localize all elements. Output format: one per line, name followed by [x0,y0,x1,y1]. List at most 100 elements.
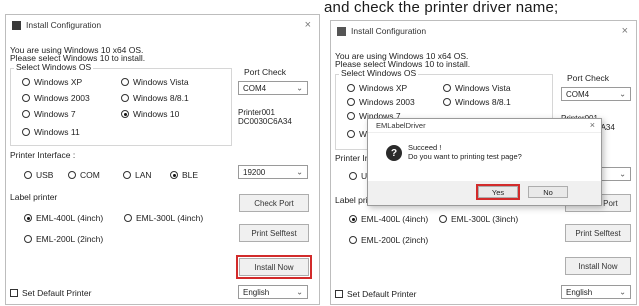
install-config-window-left: Install Configuration × You are using Wi… [5,14,320,305]
radio-icon [124,214,132,222]
os-option-label: Windows 8/8.1 [455,97,511,107]
radio-icon [121,110,129,118]
os-option-label: Windows XP [34,77,83,87]
radio-icon [349,215,357,223]
printer-option-label: EML-300L (4inch) [136,213,204,223]
dialog-footer: Yes No [368,181,601,205]
printer-option-400[interactable]: EML-400L (4inch) [24,213,103,223]
os-option-11[interactable]: Windows 11 [22,127,80,137]
interface-lan[interactable]: LAN [123,170,152,180]
no-button[interactable]: No [528,186,568,198]
radio-icon [439,215,447,223]
interface-label: COM [80,170,100,180]
os-option-label: Windows XP [359,83,408,93]
radio-icon [24,171,32,179]
os-option-vista[interactable]: Windows Vista [121,77,189,87]
radio-icon [68,171,76,179]
yes-button[interactable]: Yes [476,184,520,200]
port-select[interactable]: COM4 ⌄ [238,81,308,95]
printer-option-label: EML-400L (4inch) [36,213,104,223]
radio-icon [349,172,357,180]
printer-name: Printer001 [238,108,275,117]
radio-icon [123,171,131,179]
print-selftest-button[interactable]: Print Selftest [239,224,309,242]
port-check-label: Port Check [244,67,287,77]
chevron-down-icon: ⌄ [296,167,303,177]
print-selftest-button[interactable]: Print Selftest [565,224,631,242]
radio-icon [24,214,32,222]
chevron-down-icon: ⌄ [619,287,626,297]
checkbox-icon [335,290,343,298]
os-option-xp[interactable]: Windows XP [347,83,407,93]
title-bar: Install Configuration × [331,21,636,41]
window-title: Install Configuration [26,20,102,30]
dialog-title: EMLabelDriver [368,119,601,133]
window-title: Install Configuration [351,26,427,36]
language-value: English [243,287,270,297]
printer-option-200[interactable]: EML-200L (2inch) [349,235,428,245]
os-option-label: Windows 2003 [34,93,90,103]
title-bar: Install Configuration × [6,15,319,35]
interface-label: LAN [135,170,152,180]
printer-option-300[interactable]: EML-300L (3inch) [439,214,518,224]
os-option-label: Windows 10 [133,109,180,119]
install-now-button[interactable]: Install Now [236,255,312,279]
interface-usb[interactable]: USB [24,170,53,180]
port-value: COM4 [566,89,590,99]
language-select[interactable]: English ⌄ [561,285,631,299]
os-option-10[interactable]: Windows 10 [121,109,179,119]
printer-option-300[interactable]: EML-300L (4inch) [124,213,203,223]
chevron-down-icon: ⌄ [296,287,303,297]
check-port-button[interactable]: Check Port [239,194,309,212]
os-option-label: Windows Vista [455,83,511,93]
language-select[interactable]: English ⌄ [238,285,308,299]
radio-icon [121,94,129,102]
dialog-message-line-2: Do you want to printing test page? [408,152,522,161]
os-option-xp[interactable]: Windows XP [22,77,82,87]
radio-icon [24,235,32,243]
os-option-vista[interactable]: Windows Vista [443,83,511,93]
radio-icon [349,236,357,244]
question-icon: ? [386,145,402,161]
set-default-printer-checkbox[interactable]: Set Default Printer [10,288,91,298]
dialog-message-line-1: Succeed ! [408,143,442,152]
radio-icon [121,78,129,86]
os-option-label: Windows Vista [133,77,189,87]
set-default-label: Set Default Printer [22,288,92,298]
radio-icon [347,112,355,120]
port-check-label: Port Check [567,73,610,83]
chevron-down-icon: ⌄ [296,83,303,93]
printer-option-label: EML-400L (4inch) [361,214,429,224]
os-option-label: Windows 8/8.1 [133,93,189,103]
radio-icon [347,130,355,138]
printer-option-400[interactable]: EML-400L (4inch) [349,214,428,224]
close-icon[interactable]: × [590,120,595,130]
os-option-8[interactable]: Windows 8/8.1 [443,97,511,107]
printer-option-label: EML-200L (2inch) [36,234,104,244]
close-icon[interactable]: × [305,19,311,31]
select-windows-label: Select Windows OS [339,68,419,78]
set-default-printer-checkbox[interactable]: Set Default Printer [335,289,416,299]
radio-icon [170,171,178,179]
chevron-down-icon: ⌄ [619,169,626,179]
install-now-button[interactable]: Install Now [565,257,631,275]
baud-select[interactable]: 19200 ⌄ [238,165,308,179]
radio-icon [347,84,355,92]
os-option-7[interactable]: Windows 7 [22,109,76,119]
label-printer-label: Label printer [10,192,58,202]
port-select[interactable]: COM4 ⌄ [561,87,631,101]
printer-option-label: EML-200L (2inch) [361,235,429,245]
interface-com[interactable]: COM [68,170,100,180]
printer-option-200[interactable]: EML-200L (2inch) [24,234,103,244]
interface-ble[interactable]: BLE [170,170,198,180]
os-option-2003[interactable]: Windows 2003 [22,93,90,103]
os-option-2003[interactable]: Windows 2003 [347,97,415,107]
printer-option-label: EML-300L (3inch) [451,214,519,224]
interface-label: USB [36,170,54,180]
os-option-8[interactable]: Windows 8/8.1 [121,93,189,103]
radio-icon [22,128,30,136]
radio-icon [347,98,355,106]
language-value: English [566,287,593,297]
radio-icon [443,84,451,92]
close-icon[interactable]: × [622,25,628,37]
